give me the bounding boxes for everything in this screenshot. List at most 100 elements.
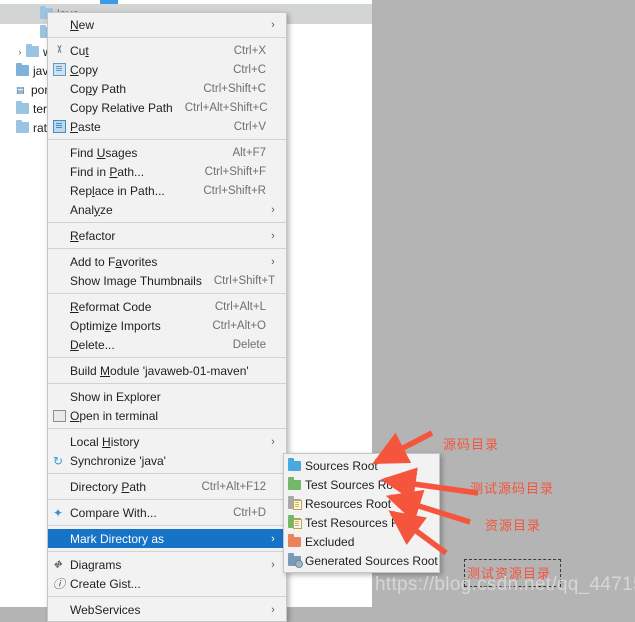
module-icon [16,63,29,76]
annotation-label-test-source-dir: 测试源码目录 [470,482,555,497]
gist-icon: ⓘ [53,576,66,591]
synchronize-icon: ↻ [53,453,64,468]
menu-item-diagrams[interactable]: ⛖ Diagrams › [48,555,286,574]
menu-item-add-to-favorites[interactable]: Add to Favorites › [48,252,286,271]
submenu-item-label: Test Resources Root [305,515,417,530]
submenu-item-sources-root[interactable]: Sources Root [284,456,439,475]
library-icon [16,101,29,114]
menu-item-label: Copy Relative Path [70,100,173,115]
menu-item-webservices[interactable]: WebServices › [48,600,286,619]
menu-item-create-gist[interactable]: ⓘ Create Gist... [48,574,286,593]
menu-item-label: Open in terminal [70,408,159,423]
folder-icon [26,44,39,57]
menu-item-local-history[interactable]: Local History › [48,432,286,451]
menu-item-copy-relative-path[interactable]: Copy Relative Path Ctrl+Alt+Shift+C [48,98,286,117]
submenu-item-excluded[interactable]: Excluded [284,532,439,551]
resources-root-folder-icon [288,496,305,510]
menu-item-refactor[interactable]: Refactor › [48,226,286,245]
menu-item-find-usages[interactable]: Find Usages Alt+F7 [48,143,286,162]
mark-directory-as-submenu[interactable]: Sources Root Test Sources Root Resources R… [283,453,440,573]
menu-item-label: Reformat Code [70,299,152,314]
directory-context-menu[interactable]: New › Cut Ctrl+X Copy Ctrl+C Copy Path Ctrl+Shi… [47,12,287,622]
menu-item-mark-directory-as[interactable]: Mark Directory as › [48,529,286,548]
menu-item-label: Compare With... [70,505,157,520]
menu-item-replace-in-path[interactable]: Replace in Path... Ctrl+Shift+R [48,181,286,200]
menu-separator [48,293,286,294]
menu-item-shortcut: Ctrl+C [233,63,266,76]
menu-item-paste[interactable]: Paste Ctrl+V [48,117,286,136]
menu-item-label: Directory Path [70,479,147,494]
menu-item-label: Find in Path... [70,164,145,179]
menu-item-build-module-javaweb-01-maven[interactable]: Build Module 'javaweb-01-maven' [48,361,286,380]
chevron-right-icon: › [271,229,275,242]
menu-separator [48,525,286,526]
menu-item-compare-with[interactable]: ✦ Compare With... Ctrl+D [48,503,286,522]
chevron-right-icon: › [271,18,275,31]
tree-twisty-icon[interactable]: › [14,47,26,57]
menu-item-synchronize-java[interactable]: ↻ Synchronize 'java' [48,451,286,470]
copy-icon [48,63,70,76]
annotation-label-resource-dir: 资源目录 [485,519,542,534]
chevron-right-icon: › [271,255,275,268]
menu-item-shortcut: Ctrl+Alt+F12 [201,480,266,493]
generated-sources-root-folder-icon [288,553,305,568]
menu-item-show-image-thumbnails[interactable]: Show Image Thumbnails Ctrl+Shift+T [48,271,286,290]
annotation-label-source-dir: 源码目录 [443,438,500,453]
menu-item-label: Mark Directory as [70,531,165,546]
menu-item-shortcut: Ctrl+D [233,506,266,519]
menu-separator [48,596,286,597]
chevron-right-icon: › [271,203,275,216]
menu-item-shortcut: Ctrl+Shift+T [213,274,276,287]
menu-separator [48,248,286,249]
menu-item-show-in-explorer[interactable]: Show in Explorer [48,387,286,406]
sources-root-folder-icon [288,458,305,471]
menu-item-delete[interactable]: Delete... Delete [48,335,286,354]
diagrams-icon: ⛖ [53,558,62,571]
menu-item-cut[interactable]: Cut Ctrl+X [48,41,286,60]
menu-item-label: Replace in Path... [70,183,165,198]
scratches-icon [16,120,29,133]
menu-item-label: Delete... [70,337,115,352]
submenu-item-label: Sources Root [305,458,378,473]
menu-item-shortcut: Ctrl+Alt+Shift+C [184,101,268,114]
menu-item-label: New [70,17,95,32]
submenu-item-label: Test Sources Root [305,477,404,492]
menu-item-label: Diagrams [70,557,122,572]
menu-item-shortcut: Alt+F7 [232,146,266,159]
submenu-item-generated-sources-root[interactable]: Generated Sources Root [284,551,439,570]
menu-item-shortcut: Ctrl+Shift+C [203,82,266,95]
menu-separator [48,473,286,474]
menu-item-find-in-path[interactable]: Find in Path... Ctrl+Shift+F [48,162,286,181]
menu-item-new[interactable]: New › [48,15,286,34]
menu-item-label: Optimize Imports [70,318,161,333]
test-sources-root-folder-icon [288,477,305,490]
menu-item-optimize-imports[interactable]: Optimize Imports Ctrl+Alt+O [48,316,286,335]
menu-item-reformat-code[interactable]: Reformat Code Ctrl+Alt+L [48,297,286,316]
menu-separator [48,428,286,429]
terminal-icon [48,409,70,422]
menu-item-open-in-terminal[interactable]: Open in terminal [48,406,286,425]
submenu-item-resources-root[interactable]: Resources Root [284,494,439,513]
menu-item-directory-path[interactable]: Directory Path Ctrl+Alt+F12 [48,477,286,496]
menu-item-shortcut: Delete [232,338,266,351]
chevron-right-icon: › [271,558,275,571]
menu-separator [48,139,286,140]
menu-item-label: Paste [70,119,101,134]
chevron-right-icon: › [271,435,275,448]
menu-separator [48,357,286,358]
menu-item-label: Synchronize 'java' [70,453,166,468]
cut-icon [48,45,70,56]
menu-item-shortcut: Ctrl+Shift+F [204,165,266,178]
menu-item-copy[interactable]: Copy Ctrl+C [48,60,286,79]
paste-icon [48,120,70,133]
submenu-item-test-sources-root[interactable]: Test Sources Root [284,475,439,494]
menu-item-copy-path[interactable]: Copy Path Ctrl+Shift+C [48,79,286,98]
menu-separator [48,383,286,384]
menu-separator [48,222,286,223]
menu-separator [48,499,286,500]
menu-item-label: Find Usages [70,145,138,160]
menu-item-label: Show in Explorer [70,389,161,404]
menu-item-analyze[interactable]: Analyze › [48,200,286,219]
submenu-item-test-resources-root[interactable]: Test Resources Root [284,513,439,532]
menu-item-shortcut: Ctrl+Alt+O [212,319,266,332]
